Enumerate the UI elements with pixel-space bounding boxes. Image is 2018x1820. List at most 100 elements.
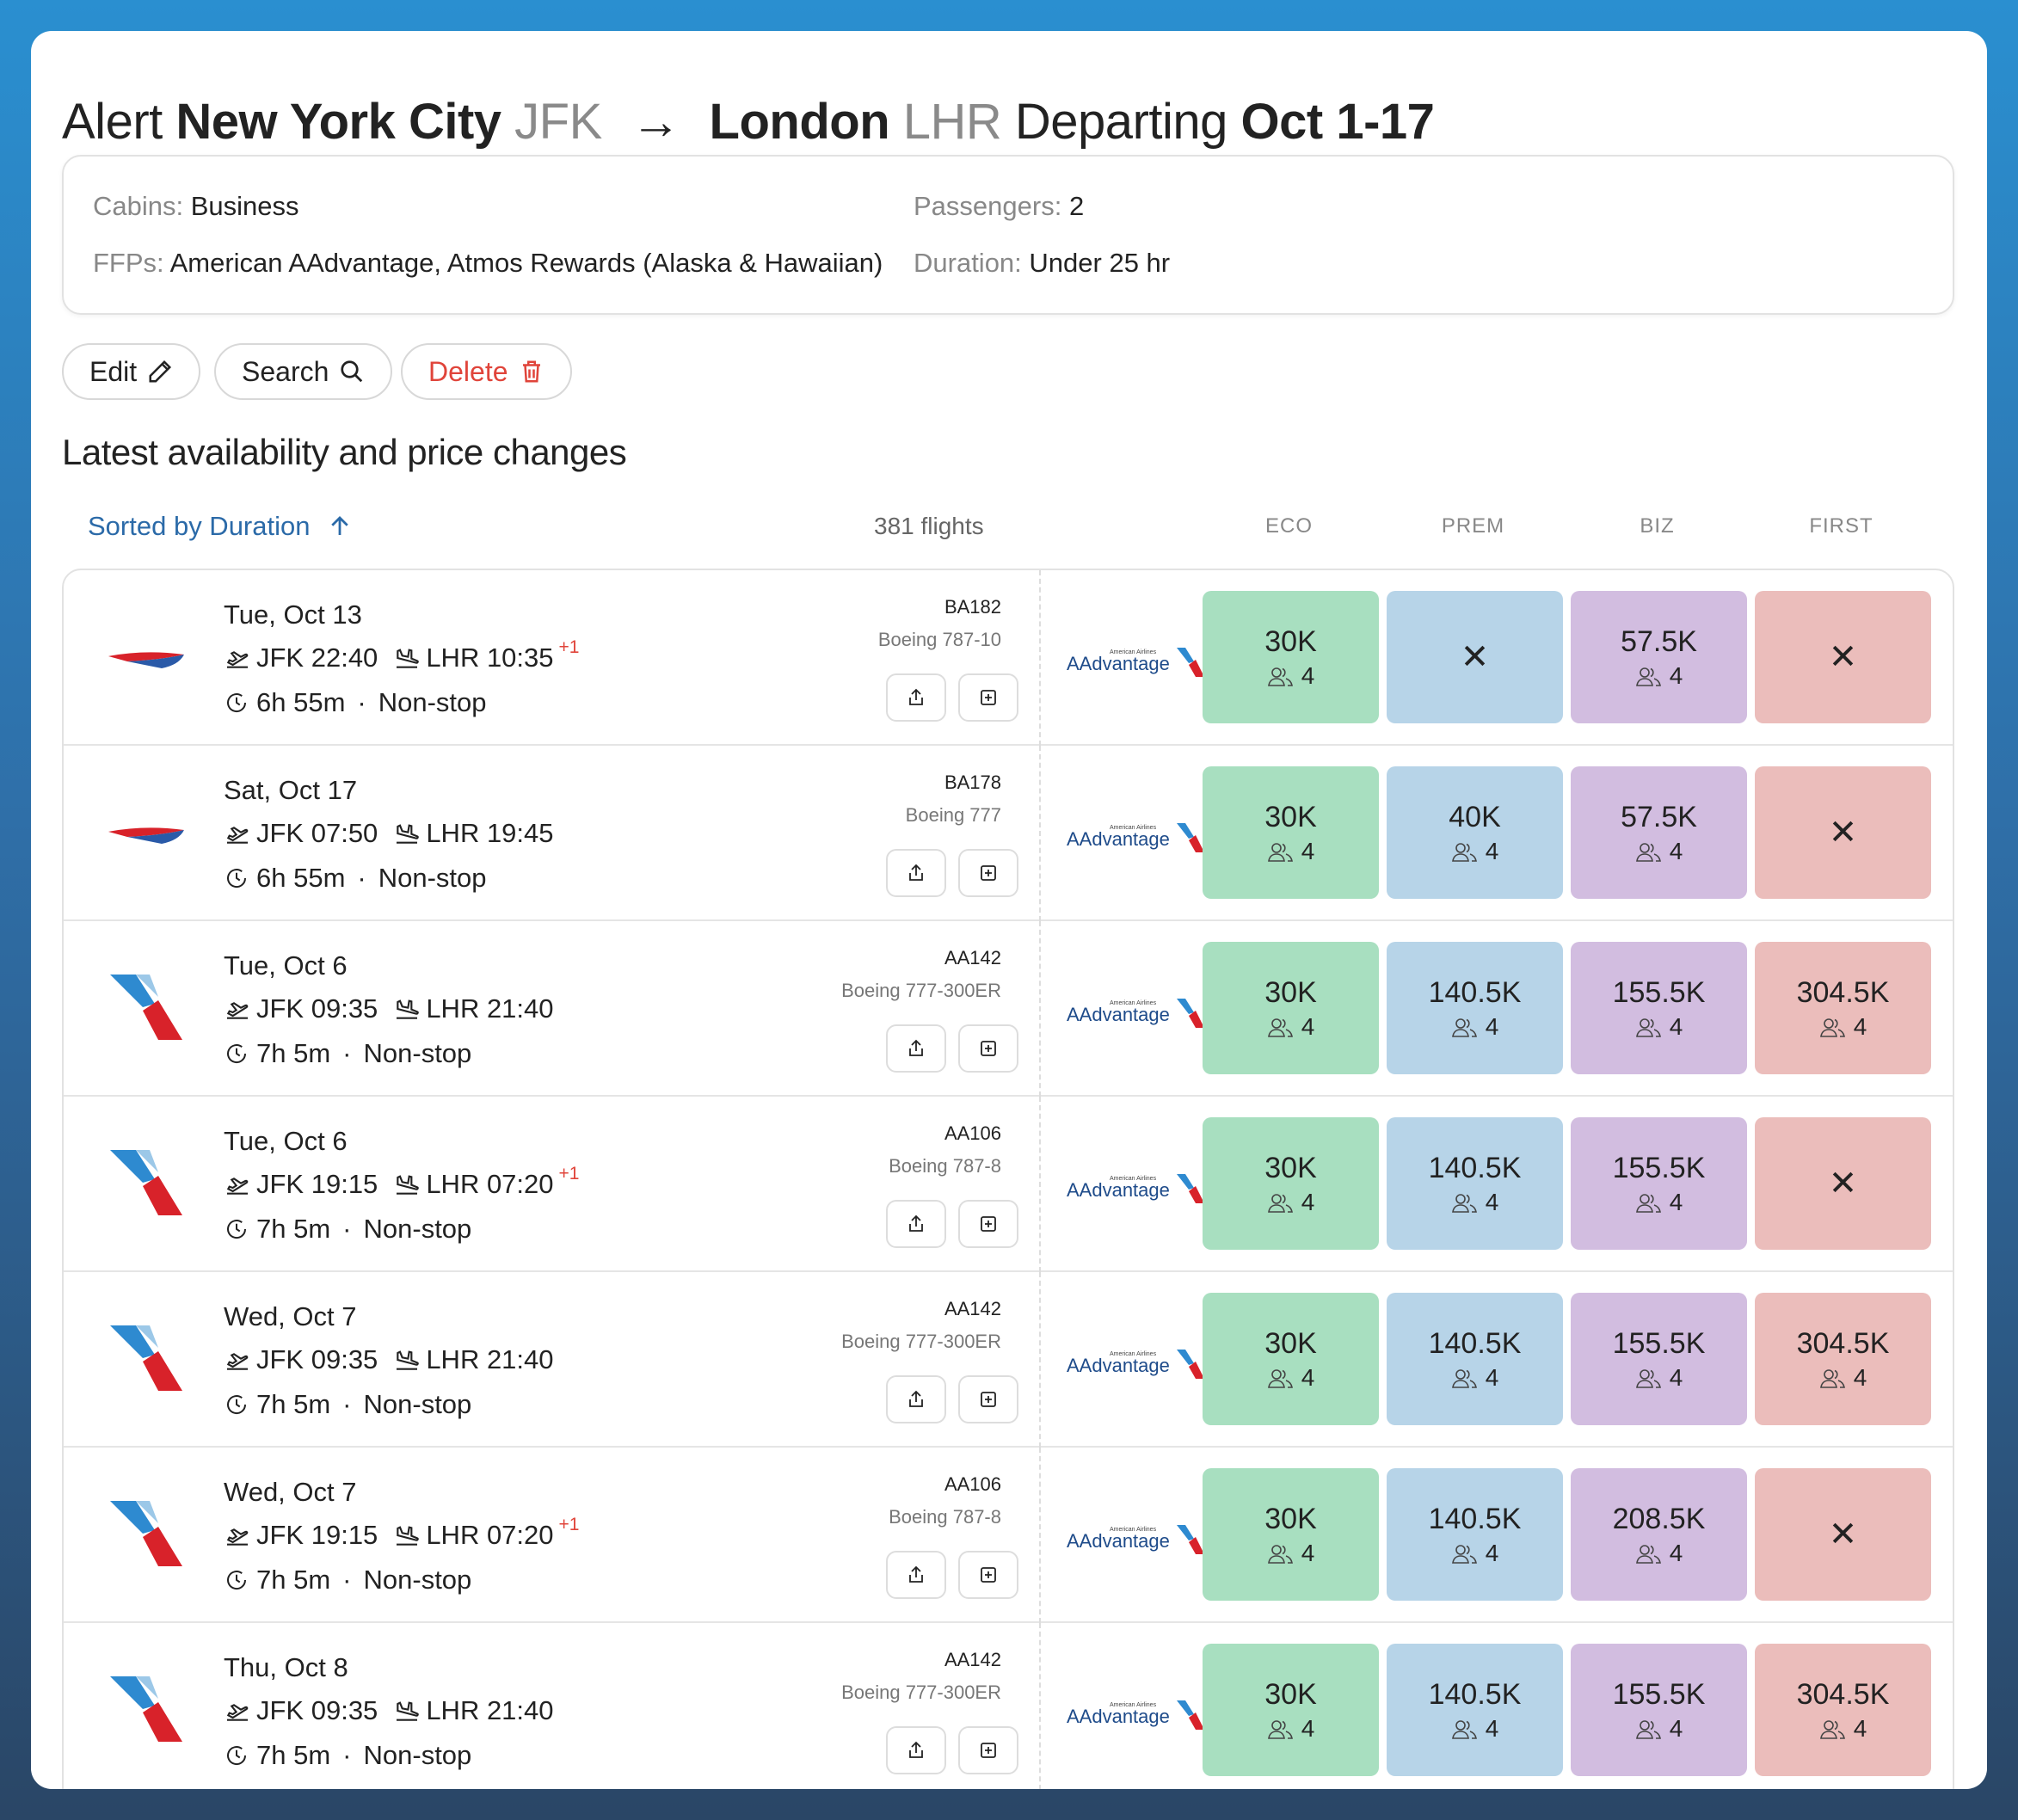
price-cell-biz[interactable]: 57.5K 4 — [1571, 766, 1747, 899]
flight-duration: 7h 5m · Non-stop — [224, 1389, 471, 1420]
landing-icon — [397, 1526, 420, 1546]
seats-count: 4 — [1485, 1189, 1499, 1215]
price-cell-prem[interactable]: 40K 4 — [1387, 766, 1563, 899]
delete-button[interactable]: Delete — [401, 343, 572, 400]
price-value: 30K — [1264, 625, 1317, 658]
price-cell-prem[interactable]: 140.5K 4 — [1387, 1644, 1563, 1776]
flight-date: Thu, Oct 8 — [224, 1652, 348, 1682]
unavailable-icon: ✕ — [1828, 814, 1858, 852]
price-value: 304.5K — [1796, 1327, 1890, 1360]
price-cell-biz[interactable]: 155.5K 4 — [1571, 1293, 1747, 1425]
price-cell-first[interactable]: ✕ — [1755, 591, 1931, 723]
flight-duration: 6h 55m · Non-stop — [224, 687, 487, 718]
next-day-badge: +1 — [558, 1164, 580, 1184]
seats-available: 4 — [1451, 1715, 1498, 1743]
flight-row[interactable]: Wed, Oct 7 JFK 19:15 LHR 07:20 +1 7h 5m · Non-… — [64, 1448, 1953, 1623]
price-value: 304.5K — [1796, 1678, 1890, 1711]
price-cell-prem[interactable]: 140.5K 4 — [1387, 1117, 1563, 1250]
row-divider — [1039, 1097, 1041, 1272]
price-cell-first[interactable]: ✕ — [1755, 1117, 1931, 1250]
program-logo: American Airlines AAdvantage — [1067, 1165, 1204, 1208]
price-cell-biz[interactable]: 155.5K 4 — [1571, 1117, 1747, 1250]
arrival-time: LHR 19:45 — [426, 818, 554, 848]
sort-toggle[interactable]: Sorted by Duration — [88, 511, 353, 542]
add-square-icon — [981, 690, 996, 705]
svg-text:AAdvantage: AAdvantage — [1067, 1355, 1170, 1376]
share-button[interactable] — [886, 1375, 946, 1423]
flight-row[interactable]: Wed, Oct 7 JFK 09:35 LHR 21:40 7h 5m · Non-st… — [64, 1272, 1953, 1448]
share-button[interactable] — [886, 849, 946, 897]
arrow-up-icon — [331, 516, 349, 535]
add-button[interactable] — [958, 849, 1018, 897]
arrival-time: LHR 07:20 — [426, 1520, 554, 1550]
add-button[interactable] — [958, 1375, 1018, 1423]
passengers-value: 2 — [1068, 191, 1085, 221]
price-cell-eco[interactable]: 30K 4 — [1203, 1644, 1379, 1776]
flight-row[interactable]: Sat, Oct 17 JFK 07:50 LHR 19:45 6h 55m · Non-… — [64, 746, 1953, 921]
edit-button[interactable]: Edit — [62, 343, 201, 400]
title-prefix: Alert — [62, 94, 163, 150]
search-label: Search — [242, 355, 329, 387]
price-cell-eco[interactable]: 30K 4 — [1203, 942, 1379, 1074]
price-cell-biz[interactable]: 155.5K 4 — [1571, 942, 1747, 1074]
duration-text: 7h 5m — [256, 1565, 331, 1595]
departure-time: JFK 09:35 — [256, 1695, 378, 1725]
price-cell-eco[interactable]: 30K 4 — [1203, 1468, 1379, 1601]
flight-times: JFK 09:35 LHR 21:40 — [224, 1344, 554, 1375]
price-cell-eco[interactable]: 30K 4 — [1203, 1117, 1379, 1250]
price-cell-first[interactable]: 304.5K 4 — [1755, 1293, 1931, 1425]
row-divider — [1039, 921, 1041, 1097]
separator-dot: · — [357, 863, 366, 893]
price-cell-eco[interactable]: 30K 4 — [1203, 1293, 1379, 1425]
price-cell-eco[interactable]: 30K 4 — [1203, 591, 1379, 723]
price-cell-eco[interactable]: 30K 4 — [1203, 766, 1379, 899]
price-cell-first[interactable]: ✕ — [1755, 766, 1931, 899]
svg-text:AAdvantage: AAdvantage — [1067, 653, 1170, 674]
stops-text: Non-stop — [363, 1038, 472, 1068]
add-button[interactable] — [958, 1726, 1018, 1774]
share-button[interactable] — [886, 673, 946, 722]
add-button[interactable] — [958, 1024, 1018, 1073]
duration-text: 7h 5m — [256, 1038, 331, 1068]
price-cell-prem[interactable]: ✕ — [1387, 591, 1563, 723]
price-cell-first[interactable]: 304.5K 4 — [1755, 942, 1931, 1074]
pencil-icon — [149, 360, 172, 383]
price-cell-biz[interactable]: 57.5K 4 — [1571, 591, 1747, 723]
seats-available: 4 — [1267, 838, 1314, 865]
svg-text:AAdvantage: AAdvantage — [1067, 828, 1170, 850]
price-cell-first[interactable]: 304.5K 4 — [1755, 1644, 1931, 1776]
passengers-icon — [1451, 1018, 1477, 1037]
share-button[interactable] — [886, 1200, 946, 1248]
seats-available: 4 — [1267, 1540, 1314, 1567]
share-button[interactable] — [886, 1551, 946, 1599]
price-cell-prem[interactable]: 140.5K 4 — [1387, 1468, 1563, 1601]
price-cell-biz[interactable]: 208.5K 4 — [1571, 1468, 1747, 1601]
flight-row[interactable]: Tue, Oct 13 JFK 22:40 LHR 10:35 +1 6h 55m · No… — [64, 570, 1953, 746]
price-cell-biz[interactable]: 155.5K 4 — [1571, 1644, 1747, 1776]
duration-text: 6h 55m — [256, 863, 346, 893]
duration-label: Duration: — [914, 248, 1022, 278]
add-button[interactable] — [958, 1551, 1018, 1599]
share-button[interactable] — [886, 1024, 946, 1073]
flight-row[interactable]: Tue, Oct 6 JFK 09:35 LHR 21:40 7h 5m · Non-st… — [64, 921, 1953, 1097]
add-square-icon — [981, 865, 996, 881]
share-button[interactable] — [886, 1726, 946, 1774]
add-button[interactable] — [958, 1200, 1018, 1248]
seats-count: 4 — [1485, 1013, 1499, 1040]
price-cell-prem[interactable]: 140.5K 4 — [1387, 942, 1563, 1074]
page-title: Alert New York City JFK → London LHR Dep… — [62, 93, 1435, 151]
price-cell-prem[interactable]: 140.5K 4 — [1387, 1293, 1563, 1425]
search-button[interactable]: Search — [214, 343, 393, 400]
seats-available: 4 — [1819, 1013, 1867, 1041]
price-cell-first[interactable]: ✕ — [1755, 1468, 1931, 1601]
stops-text: Non-stop — [378, 863, 487, 893]
add-button[interactable] — [958, 673, 1018, 722]
passengers-icon — [1451, 843, 1477, 862]
price-value: 155.5K — [1612, 976, 1706, 1009]
unavailable-icon: ✕ — [1460, 638, 1490, 676]
flight-row[interactable]: Tue, Oct 6 JFK 19:15 LHR 07:20 +1 7h 5m · Non-… — [64, 1097, 1953, 1272]
separator-dot: · — [342, 1389, 352, 1419]
flight-row[interactable]: Thu, Oct 8 JFK 09:35 LHR 21:40 7h 5m · Non-st… — [64, 1623, 1953, 1789]
flight-date: Sat, Oct 17 — [224, 775, 358, 805]
passengers-icon — [1267, 1545, 1293, 1564]
